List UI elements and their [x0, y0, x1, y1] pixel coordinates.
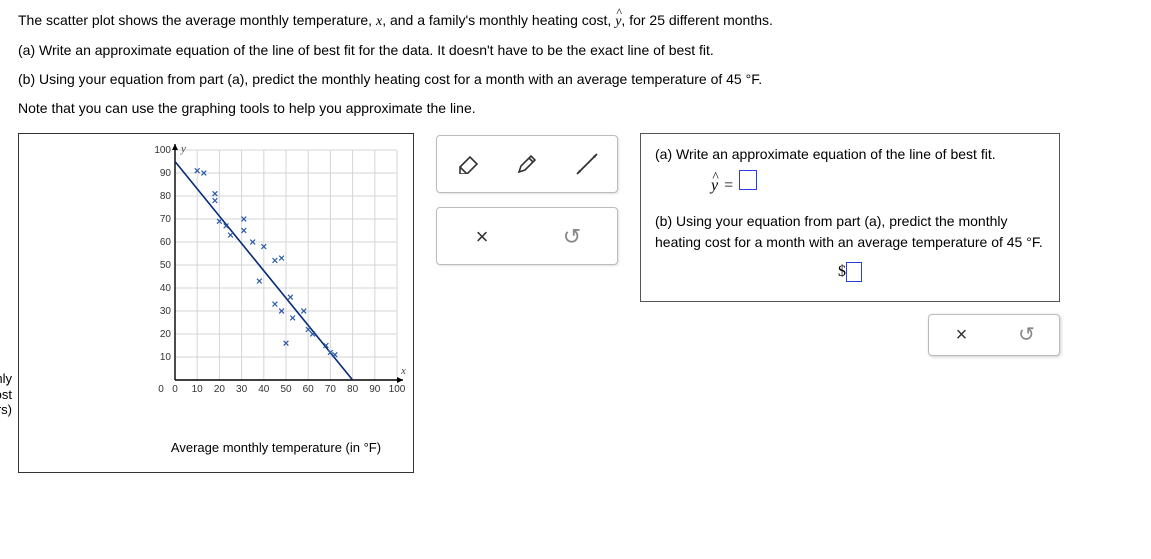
y-hat-answer: y	[711, 174, 718, 197]
svg-text:100: 100	[154, 145, 171, 156]
answer-box: (a) Write an approximate equation of the…	[640, 133, 1060, 302]
svg-text:30: 30	[236, 384, 248, 395]
svg-text:x: x	[400, 365, 406, 377]
answer-undo-button[interactable]: ↺	[1007, 315, 1047, 355]
svg-text:0: 0	[172, 384, 178, 395]
intro-pre: The scatter plot shows the average month…	[18, 12, 376, 28]
svg-text:80: 80	[347, 384, 359, 395]
chart-panel: Monthly heating cost (in dollars) 010203…	[18, 133, 414, 473]
ylabel-line-0: Monthly	[0, 371, 12, 387]
svg-text:50: 50	[280, 384, 292, 395]
intro-line: The scatter plot shows the average month…	[18, 10, 1133, 32]
part-b-pre: (b) Using your equation from part (a), p…	[18, 71, 726, 87]
undo-icon: ↺	[1018, 320, 1035, 350]
clear-button[interactable]: ×	[462, 216, 502, 256]
x-axis-label: Average monthly temperature (in °F)	[25, 438, 407, 458]
intro-mid: , and a family's monthly heating cost,	[382, 12, 615, 28]
svg-text:80: 80	[160, 191, 172, 202]
dollar-sign: $	[838, 263, 846, 280]
ylabel-line-2: (in dollars)	[0, 402, 12, 418]
answer-a: (a) Write an approximate equation of the…	[655, 144, 1045, 197]
close-icon: ×	[956, 320, 968, 350]
y-hat-var: y	[615, 11, 621, 32]
svg-text:40: 40	[258, 384, 270, 395]
svg-text:60: 60	[160, 237, 172, 248]
answer-actions: × ↺	[928, 314, 1060, 356]
answer-b-pre: (b) Using your equation from part (a), p…	[655, 213, 1008, 249]
svg-text:90: 90	[369, 384, 381, 395]
svg-text:70: 70	[325, 384, 337, 395]
equation-input[interactable]	[739, 170, 757, 190]
answer-b-post: .	[1039, 234, 1043, 250]
svg-text:10: 10	[160, 352, 172, 363]
svg-text:20: 20	[160, 329, 172, 340]
part-b-temp: 45 °F	[726, 71, 758, 87]
undo-button[interactable]: ↺	[552, 216, 592, 256]
answer-clear-button[interactable]: ×	[942, 315, 982, 355]
ylabel-line-1: heating cost	[0, 387, 12, 403]
svg-text:50: 50	[160, 260, 172, 271]
answer-b: (b) Using your equation from part (a), p…	[655, 211, 1045, 283]
cost-input[interactable]	[846, 262, 862, 282]
svg-text:70: 70	[160, 214, 172, 225]
svg-text:100: 100	[389, 384, 406, 395]
svg-text:0: 0	[158, 384, 164, 395]
line-tool[interactable]	[567, 144, 607, 184]
close-icon: ×	[476, 220, 489, 253]
svg-text:90: 90	[160, 168, 172, 179]
part-a-text: (a) Write an approximate equation of the…	[18, 40, 1133, 61]
svg-text:y: y	[180, 143, 186, 155]
svg-text:10: 10	[192, 384, 204, 395]
answer-a-prompt: (a) Write an approximate equation of the…	[655, 144, 1045, 164]
part-b-post: .	[758, 71, 762, 87]
intro-post: , for 25 different months.	[621, 12, 773, 28]
svg-text:40: 40	[160, 283, 172, 294]
tool-row-edit: × ↺	[436, 207, 618, 265]
answer-a-equation: y =	[655, 170, 1045, 197]
svg-text:60: 60	[303, 384, 315, 395]
pencil-tool[interactable]	[507, 144, 547, 184]
note-text: Note that you can use the graphing tools…	[18, 98, 1133, 119]
eq-sign: =	[724, 174, 733, 197]
svg-text:30: 30	[160, 306, 172, 317]
part-b-text: (b) Using your equation from part (a), p…	[18, 69, 1133, 90]
eraser-tool[interactable]	[447, 144, 487, 184]
answer-b-temp: 45 °F	[1007, 234, 1039, 250]
tool-row-draw	[436, 135, 618, 193]
undo-icon: ↺	[563, 220, 581, 253]
graphing-toolbar: × ↺	[436, 135, 618, 265]
svg-text:20: 20	[214, 384, 226, 395]
scatter-plot[interactable]: 0 10 20 30 40 50 60 70 80 90 100 10 20 30 40 50 60 70 80 90…	[147, 140, 407, 410]
